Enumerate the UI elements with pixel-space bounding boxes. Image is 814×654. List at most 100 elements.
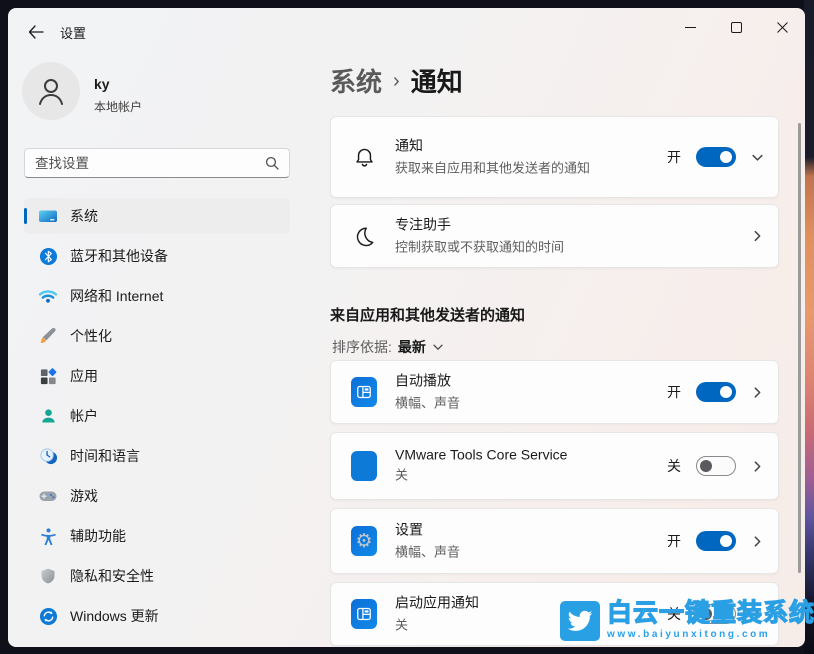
notifications-card[interactable]: 通知 获取来自应用和其他发送者的通知 开 (330, 116, 779, 198)
app-name: 启动应用通知 (395, 593, 479, 613)
sidebar-item-network[interactable]: 网络和 Internet (24, 278, 290, 314)
app-notify-types: 关 (395, 616, 479, 636)
sidebar-item-privacy[interactable]: 隐私和安全性 (24, 558, 290, 594)
close-icon (777, 22, 788, 33)
watermark: 白云一键重装系统 www.baiyunxitong.com (560, 598, 814, 641)
sort-label: 排序依据: (332, 337, 392, 357)
personalization-brush-icon (38, 326, 58, 346)
sidebar-item-label: 系统 (70, 206, 98, 226)
sidebar-item-system[interactable]: 系统 (24, 198, 290, 234)
bluetooth-icon (38, 246, 58, 266)
chevron-right-icon (751, 460, 764, 473)
watermark-texts: 白云一键重装系统 www.baiyunxitong.com (607, 598, 814, 640)
search-icon (265, 156, 279, 170)
breadcrumb-parent[interactable]: 系统 (330, 62, 382, 99)
accessibility-person-icon (38, 526, 58, 546)
sort-control[interactable]: 排序依据: 最新 (332, 337, 444, 357)
autoplay-toggle[interactable] (696, 382, 736, 402)
page-title: 通知 (411, 62, 463, 99)
app-notify-types: 横幅、声音 (395, 543, 460, 563)
twitter-bird-icon (560, 601, 600, 641)
close-button[interactable] (759, 8, 805, 46)
sidebar-item-apps[interactable]: 应用 (24, 358, 290, 394)
privacy-shield-icon (38, 566, 58, 586)
avatar[interactable] (22, 62, 80, 120)
watermark-url: www.baiyunxitong.com (607, 629, 814, 640)
autoplay-app-icon (351, 379, 377, 405)
app-row-settings[interactable]: ⚙ 设置 横幅、声音 开 (330, 508, 779, 574)
app-row-vmware[interactable]: VMware Tools Core Service 关 关 (330, 432, 779, 500)
sidebar-item-label: 个性化 (70, 326, 112, 346)
window-title: 设置 (60, 23, 86, 42)
toggle-knob (720, 386, 732, 398)
apps-icon (38, 366, 58, 386)
settings-window: 设置 ky 本地帐户 (8, 8, 805, 647)
toggle-state-label: 关 (667, 456, 681, 476)
back-arrow-icon (28, 25, 44, 39)
back-button[interactable] (22, 21, 50, 43)
user-avatar-icon (34, 74, 68, 108)
selected-accent-bar (24, 208, 27, 224)
card-subtitle: 控制获取或不获取通知的时间 (395, 238, 564, 258)
toggle-knob (720, 535, 732, 547)
sidebar-item-personalization[interactable]: 个性化 (24, 318, 290, 354)
vmware-toggle[interactable] (696, 456, 736, 476)
toggle-state-label: 开 (667, 147, 681, 167)
maximize-button[interactable] (713, 8, 759, 46)
sidebar-item-gaming[interactable]: 游戏 (24, 478, 290, 514)
scrollbar-thumb[interactable] (798, 123, 801, 573)
desktop: 设置 ky 本地帐户 (0, 0, 814, 654)
notifications-toggle[interactable] (696, 147, 736, 167)
moon-icon (351, 223, 377, 249)
card-subtitle: 获取来自应用和其他发送者的通知 (395, 159, 590, 179)
sidebar-item-label: 隐私和安全性 (70, 566, 154, 586)
app-name: 自动播放 (395, 371, 460, 391)
sidebar-item-accessibility[interactable]: 辅助功能 (24, 518, 290, 554)
focus-assist-card[interactable]: 专注助手 控制获取或不获取通知的时间 (330, 204, 779, 268)
sidebar-item-label: Windows 更新 (70, 606, 159, 626)
sidebar-item-time-language[interactable]: 时间和语言 (24, 438, 290, 474)
search-box[interactable] (24, 148, 290, 178)
app-notify-types: 横幅、声音 (395, 394, 460, 414)
apps-section-header: 来自应用和其他发送者的通知 (330, 304, 525, 325)
startup-app-icon (351, 601, 377, 627)
watermark-brand: 白云一键重装系统 (607, 598, 814, 628)
sidebar-item-label: 辅助功能 (70, 526, 126, 546)
gear-icon: ⚙ (355, 532, 372, 551)
chevron-down-icon[interactable] (751, 151, 764, 164)
vmware-app-icon (351, 453, 377, 479)
sidebar-item-windows-update[interactable]: Windows 更新 (24, 598, 290, 634)
breadcrumb: 系统 › 通知 (330, 62, 463, 99)
toggle-state-label: 开 (667, 382, 681, 402)
sidebar-item-label: 网络和 Internet (70, 286, 163, 306)
sidebar-item-accounts[interactable]: 帐户 (24, 398, 290, 434)
chevron-right-icon (751, 386, 764, 399)
minimize-button[interactable] (667, 8, 713, 46)
card-title: 专注助手 (395, 215, 564, 235)
sidebar-item-label: 应用 (70, 366, 98, 386)
user-account-type: 本地帐户 (94, 98, 142, 115)
chevron-right-icon (751, 535, 764, 548)
maximize-icon (731, 22, 742, 33)
time-language-clock-icon (38, 446, 58, 466)
sidebar-item-bluetooth[interactable]: 蓝牙和其他设备 (24, 238, 290, 274)
sort-value: 最新 (398, 337, 426, 357)
toggle-knob (720, 151, 732, 163)
app-row-autoplay[interactable]: 自动播放 横幅、声音 开 (330, 360, 779, 424)
user-name: ky (94, 76, 110, 92)
windows-update-icon (38, 606, 58, 626)
toggle-knob (700, 460, 712, 472)
sidebar-item-label: 游戏 (70, 486, 98, 506)
accounts-person-icon (38, 406, 58, 426)
caption-buttons (667, 8, 805, 46)
sidebar-nav: 系统 蓝牙和其他设备 网络和 Internet (24, 198, 290, 638)
settings-toggle[interactable] (696, 531, 736, 551)
breadcrumb-separator: › (393, 68, 400, 93)
sidebar-item-label: 时间和语言 (70, 446, 140, 466)
desktop-wallpaper-strip (804, 0, 814, 654)
search-input[interactable] (35, 156, 265, 171)
chevron-right-icon (751, 230, 764, 243)
card-title: 通知 (395, 136, 590, 156)
gaming-gamepad-icon (38, 486, 58, 506)
sidebar-item-label: 帐户 (70, 406, 98, 426)
